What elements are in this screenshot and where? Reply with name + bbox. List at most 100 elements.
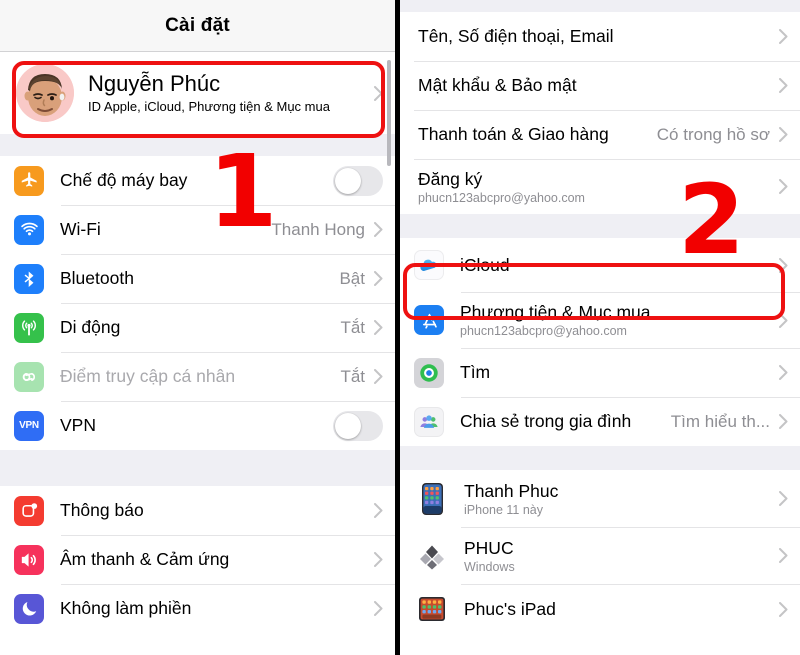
vpn-toggle[interactable] — [333, 410, 383, 441]
settings-row-label: VPN — [60, 415, 96, 435]
settings-row-personal-hotspot[interactable]: Điểm truy cập cá nhân Tắt — [0, 352, 395, 401]
settings-row-label: Điểm truy cập cá nhân — [60, 366, 236, 386]
bluetooth-state-value: Bật — [339, 268, 365, 288]
chevron-right-icon — [374, 503, 383, 518]
settings-row-name-phone-email[interactable]: Tên, Số điện thoại, Email — [400, 12, 800, 61]
chevron-right-icon — [374, 552, 383, 567]
page-title: Cài đặt — [165, 14, 230, 36]
left-settings-panel: Cài đặt Nguyễn Phúc ID Apple, iCloud, Ph… — [0, 0, 395, 655]
appstore-icon — [414, 305, 444, 335]
top-gap — [400, 0, 800, 12]
settings-row-label: Phương tiện & Mục mua — [460, 302, 651, 322]
cellular-icon — [14, 312, 44, 343]
apple-services-group: iCloud Phương tiện & Mục mua phucn123abc… — [400, 238, 800, 446]
section-gap — [0, 450, 395, 486]
connectivity-group: Chế độ máy bay Wi-Fi Thanh Hong Bluetoot… — [0, 156, 395, 450]
family-sharing-value: Tìm hiểu th... — [670, 411, 770, 431]
device-name: PHUC — [464, 537, 514, 558]
chevron-right-icon — [779, 365, 788, 380]
settings-row-sounds[interactable]: Âm thanh & Cảm ứng — [0, 535, 395, 584]
icloud-icon — [414, 250, 444, 280]
account-name: Nguyễn Phúc — [88, 70, 221, 96]
chevron-right-icon — [374, 271, 383, 286]
right-apple-id-panel: Tên, Số điện thoại, Email Mật khẩu & Bảo… — [400, 0, 800, 655]
settings-row-label: Chế độ máy bay — [60, 170, 188, 190]
settings-row-do-not-disturb[interactable]: Không làm phiền — [0, 584, 395, 633]
chevron-right-icon — [779, 414, 788, 429]
settings-row-label: Bluetooth — [60, 268, 134, 288]
settings-row-label: Tìm — [460, 362, 491, 382]
settings-row-subscriptions[interactable]: Đăng ký phucn123abcpro@yahoo.com — [400, 159, 800, 214]
settings-row-bluetooth[interactable]: Bluetooth Bật — [0, 254, 395, 303]
iphone-device-icon — [418, 482, 446, 516]
account-subtitle: ID Apple, iCloud, Phương tiện & Mục mua — [88, 99, 330, 115]
section-gap — [0, 134, 395, 156]
settings-row-vpn[interactable]: VPN VPN — [0, 401, 395, 450]
settings-row-label: Đăng ký — [418, 168, 483, 189]
section-gap — [400, 446, 800, 470]
alerts-group: Thông báo Âm thanh & Cảm ứng Không làm p… — [0, 486, 395, 633]
settings-row-notifications[interactable]: Thông báo — [0, 486, 395, 535]
settings-row-label: Mật khẩu & Bảo mật — [418, 75, 577, 95]
chevron-right-icon — [374, 85, 383, 101]
settings-row-password-security[interactable]: Mật khẩu & Bảo mật — [400, 61, 800, 110]
settings-row-sublabel: phucn123abcpro@yahoo.com — [418, 190, 585, 205]
memoji-avatar — [16, 64, 74, 122]
settings-row-airplane-mode[interactable]: Chế độ máy bay — [0, 156, 395, 205]
navbar: Cài đặt — [0, 0, 395, 52]
settings-row-label: iCloud — [460, 254, 510, 275]
hotspot-icon — [14, 361, 44, 392]
airplane-icon — [14, 165, 44, 196]
device-row-iphone[interactable]: Thanh Phuc iPhone 11 này — [400, 470, 800, 527]
cellular-state-value: Tắt — [340, 317, 365, 337]
chevron-right-icon — [779, 179, 788, 194]
airplane-mode-toggle[interactable] — [333, 165, 383, 196]
chevron-right-icon — [779, 312, 788, 328]
settings-row-wifi[interactable]: Wi-Fi Thanh Hong — [0, 205, 395, 254]
settings-row-payment-shipping[interactable]: Thanh toán & Giao hàng Có trong hồ sơ — [400, 110, 800, 159]
chevron-right-icon — [374, 601, 383, 616]
apple-id-account-group: Tên, Số điện thoại, Email Mật khẩu & Bảo… — [400, 12, 800, 214]
notifications-icon — [14, 495, 44, 526]
apple-id-account-row[interactable]: Nguyễn Phúc ID Apple, iCloud, Phương tiệ… — [0, 52, 395, 134]
settings-row-label: Thanh toán & Giao hàng — [418, 124, 609, 144]
sounds-icon — [14, 544, 44, 575]
vertical-scrollbar[interactable] — [387, 60, 391, 166]
findmy-icon — [414, 357, 444, 388]
chevron-right-icon — [779, 78, 788, 93]
familysharing-icon — [414, 406, 444, 437]
device-row-ipad[interactable]: Phuc's iPad — [400, 584, 800, 634]
vpn-icon: VPN — [14, 410, 44, 441]
settings-row-cellular[interactable]: Di động Tắt — [0, 303, 395, 352]
settings-row-label: Thông báo — [60, 500, 144, 520]
do-not-disturb-icon — [14, 593, 44, 624]
settings-row-find-my[interactable]: Tìm — [400, 348, 800, 397]
ipad-device-icon — [418, 592, 446, 626]
settings-row-label: Âm thanh & Cảm ứng — [60, 549, 230, 569]
device-name: Phuc's iPad — [464, 598, 556, 619]
settings-row-family-sharing[interactable]: Chia sẻ trong gia đình Tìm hiểu th... — [400, 397, 800, 446]
settings-row-icloud[interactable]: iCloud — [400, 238, 800, 292]
settings-row-label: Tên, Số điện thoại, Email — [418, 26, 614, 46]
chevron-right-icon — [374, 222, 383, 237]
account-text: Nguyễn Phúc ID Apple, iCloud, Phương tiệ… — [88, 70, 330, 115]
chevron-right-icon — [374, 369, 383, 384]
wifi-network-value: Thanh Hong — [271, 219, 365, 239]
tutorial-screenshot: Cài đặt Nguyễn Phúc ID Apple, iCloud, Ph… — [0, 0, 800, 655]
settings-row-sublabel: phucn123abcpro@yahoo.com — [460, 324, 627, 338]
bluetooth-icon — [14, 263, 44, 294]
wifi-icon — [14, 214, 44, 245]
settings-row-label: Chia sẻ trong gia đình — [460, 411, 632, 431]
device-name: Thanh Phuc — [464, 480, 559, 501]
device-model: iPhone 11 này — [464, 502, 543, 517]
device-model: Windows — [464, 559, 515, 574]
device-row-windows[interactable]: PHUC Windows — [400, 527, 800, 584]
chevron-right-icon — [779, 548, 788, 563]
devices-group: Thanh Phuc iPhone 11 này PHUC Windows Ph… — [400, 470, 800, 634]
chevron-right-icon — [779, 491, 788, 506]
settings-row-media-purchases[interactable]: Phương tiện & Mục mua phucn123abcpro@yah… — [400, 292, 800, 348]
settings-row-label: Wi-Fi — [60, 219, 101, 239]
windows-device-icon — [418, 539, 446, 573]
chevron-right-icon — [779, 257, 788, 273]
chevron-right-icon — [779, 29, 788, 44]
